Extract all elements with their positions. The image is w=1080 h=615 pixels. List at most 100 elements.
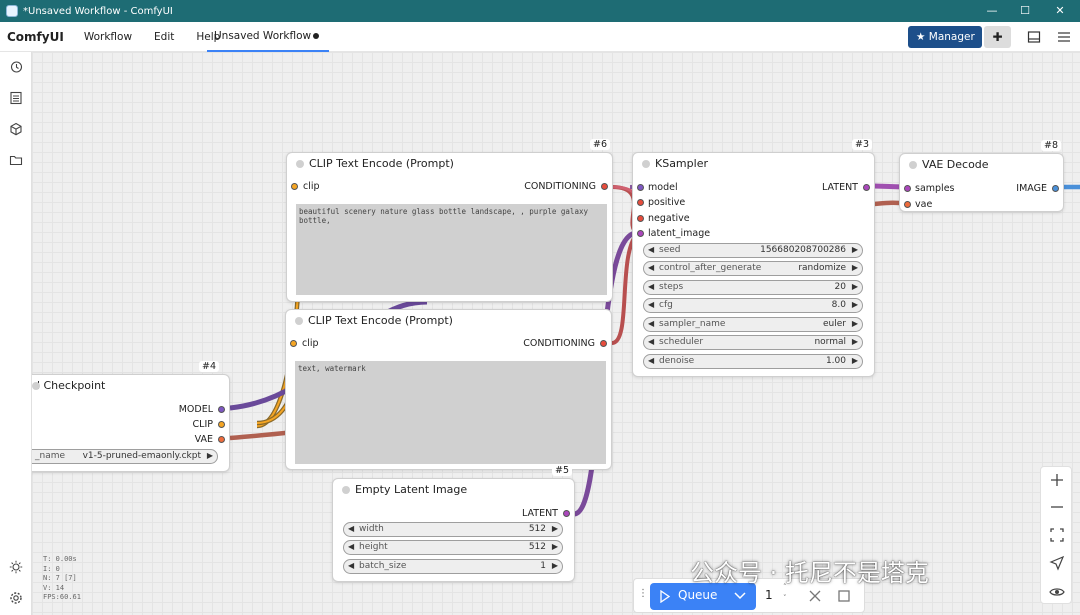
right-arrow-icon[interactable]: ▶ [852,337,858,346]
width-widget[interactable]: ◀ width 512 ▶ [343,522,563,537]
left-arrow-icon[interactable]: ◀ [348,561,354,570]
height-widget[interactable]: ◀ height 512 ▶ [343,540,563,555]
negative-input-dot[interactable] [637,215,644,222]
left-arrow-icon[interactable]: ◀ [348,524,354,533]
left-arrow-icon[interactable]: ◀ [648,356,654,365]
theme-sun-icon[interactable] [9,560,23,574]
widget-value: 156680208700286 [760,245,846,255]
graph-canvas[interactable]: #6 CLIP Text Encode (Prompt) clip CONDIT… [32,52,1080,615]
drag-handle-icon[interactable]: ⋮ [638,588,648,599]
node-clip-text-encode-positive[interactable]: #6 CLIP Text Encode (Prompt) clip CONDIT… [286,139,613,302]
settings-gear-icon[interactable] [9,591,23,605]
widget-value: 20 [834,282,846,292]
node-load-checkpoint[interactable]: #4 d Checkpoint MODEL CLIP VAE _name v1-… [32,361,230,472]
node-ksampler[interactable]: #3 KSampler model positive negative late… [632,139,875,377]
left-arrow-icon[interactable]: ◀ [648,263,654,272]
prompt-textarea[interactable]: beautiful scenery nature glass bottle la… [296,204,607,295]
widget-label: _name [35,451,66,461]
canvas-zoom-controls [1040,466,1072,604]
right-arrow-icon[interactable]: ▶ [852,300,858,309]
scheduler-widget[interactable]: ◀ scheduler normal ▶ [643,335,863,350]
clip-input-dot[interactable] [290,340,297,347]
ckpt-name-widget[interactable]: _name v1-5-pruned-emaonly.ckpt ▶ [32,449,218,464]
vae-output-label: VAE [194,434,213,445]
fit-view-icon[interactable] [1049,527,1065,543]
left-arrow-icon[interactable]: ◀ [648,245,654,254]
folder-icon[interactable] [9,153,23,167]
hamburger-menu-icon[interactable] [1057,30,1071,44]
right-arrow-icon[interactable]: ▶ [207,451,213,460]
latent-image-input-dot[interactable] [637,230,644,237]
widget-label: control_after_generate [659,263,762,273]
stop-square-icon[interactable] [838,590,850,602]
right-arrow-icon[interactable]: ▶ [552,561,558,570]
minimize-button[interactable]: — [976,0,1008,22]
latent-output-dot[interactable] [563,510,570,517]
star-icon: ★ [916,31,929,43]
right-arrow-icon[interactable]: ▶ [552,542,558,551]
queue-list-icon[interactable] [9,91,23,105]
model-library-icon[interactable] [9,122,23,136]
cfg-widget[interactable]: ◀ cfg 8.0 ▶ [643,298,863,313]
positive-input-dot[interactable] [637,199,644,206]
widget-value: normal [814,337,846,347]
right-arrow-icon[interactable]: ▶ [852,245,858,254]
left-arrow-icon[interactable]: ◀ [648,300,654,309]
queue-count-input[interactable]: 1 [765,588,773,602]
node-title: d Checkpoint [32,375,229,397]
left-arrow-icon[interactable]: ◀ [648,319,654,328]
clip-output-dot[interactable] [218,421,225,428]
model-output-dot[interactable] [218,406,225,413]
queue-label: Queue [678,588,718,602]
steps-widget[interactable]: ◀ steps 20 ▶ [643,280,863,295]
right-arrow-icon[interactable]: ▶ [852,263,858,272]
zoom-out-icon[interactable] [1049,499,1065,515]
panel-toggle-icon[interactable] [1027,30,1041,44]
batch-size-widget[interactable]: ◀ batch_size 1 ▶ [343,559,563,574]
conditioning-output-dot[interactable] [600,340,607,347]
right-arrow-icon[interactable]: ▶ [552,524,558,533]
select-pointer-icon[interactable] [1049,555,1065,571]
node-empty-latent-image[interactable]: #5 Empty Latent Image LATENT ◀ width 512 ▶ … [332,465,575,582]
right-arrow-icon[interactable]: ▶ [852,356,858,365]
menu-workflow[interactable]: Workflow [84,31,132,43]
conditioning-output-label: CONDITIONING [524,181,596,192]
samples-input-dot[interactable] [904,185,911,192]
app-logo-icon [6,5,18,17]
stat-time: T: 0.00s [43,555,77,563]
right-arrow-icon[interactable]: ▶ [852,319,858,328]
sampler-name-widget[interactable]: ◀ sampler_name euler ▶ [643,317,863,332]
model-input-dot[interactable] [637,184,644,191]
sidebar [0,52,32,615]
menu-edit[interactable]: Edit [154,31,174,43]
right-arrow-icon[interactable]: ▶ [852,282,858,291]
image-output-dot[interactable] [1052,185,1059,192]
latent-output-dot[interactable] [863,184,870,191]
workflow-tab[interactable]: Unsaved Workflow [207,22,329,52]
maximize-button[interactable]: ☐ [1009,0,1041,22]
chevron-down-icon[interactable] [734,592,746,601]
left-arrow-icon[interactable]: ◀ [348,542,354,551]
denoise-widget[interactable]: ◀ denoise 1.00 ▶ [643,354,863,369]
node-vae-decode[interactable]: #8 VAE Decode samples vae IMAGE [899,140,1064,212]
left-arrow-icon[interactable]: ◀ [648,337,654,346]
history-icon[interactable] [9,60,23,74]
node-title: CLIP Text Encode (Prompt) [287,153,612,175]
vae-input-dot[interactable] [904,201,911,208]
prompt-textarea[interactable]: text, watermark [295,361,606,464]
node-clip-text-encode-negative[interactable]: #7 CLIP Text Encode (Prompt) clip CONDIT… [285,309,612,470]
cancel-x-icon[interactable] [809,590,821,602]
node-id-badge: #4 [199,361,220,372]
vae-output-dot[interactable] [218,436,225,443]
visibility-eye-icon[interactable] [1049,584,1065,600]
left-arrow-icon[interactable]: ◀ [648,282,654,291]
clip-input-dot[interactable] [291,183,298,190]
play-icon [660,590,670,603]
zoom-in-icon[interactable] [1049,472,1065,488]
seed-widget[interactable]: ◀ seed 156680208700286 ▶ [643,243,863,258]
close-button[interactable]: ✕ [1044,0,1076,22]
manager-button[interactable]: ★ Manager [908,26,982,48]
extensions-button[interactable]: ✚ [984,26,1011,48]
conditioning-output-dot[interactable] [601,183,608,190]
control-after-generate-widget[interactable]: ◀ control_after_generate randomize ▶ [643,261,863,276]
